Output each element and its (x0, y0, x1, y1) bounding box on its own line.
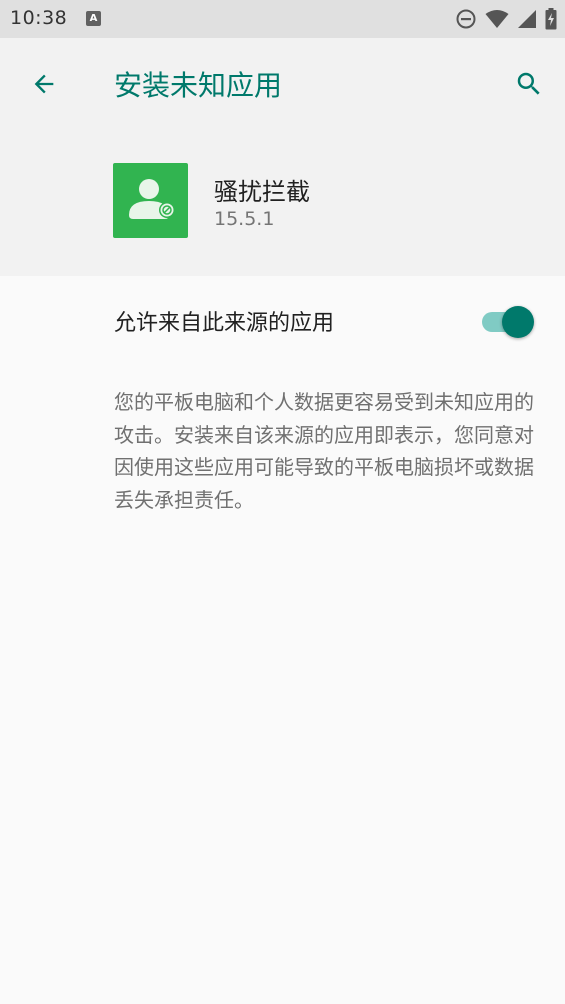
page-title: 安装未知应用 (114, 69, 283, 102)
header: 安装未知应用 骚扰拦截 15.5.1 (0, 38, 565, 276)
app-name: 骚扰拦截 (214, 178, 310, 206)
search-icon (517, 72, 540, 95)
status-time: 10:38 (10, 7, 68, 29)
allow-unknown-sources-label: 允许来自此来源的应用 (114, 311, 335, 336)
back-button[interactable] (22, 62, 66, 106)
do-not-disturb-icon (456, 9, 476, 29)
warning-text: 您的平板电脑和个人数据更容易受到未知应用的攻击。安装来自该来源的应用即表示，您同… (114, 390, 534, 512)
wifi-icon (485, 10, 509, 28)
app-version: 15.5.1 (214, 208, 275, 230)
allow-unknown-sources-toggle[interactable] (482, 302, 536, 338)
status-bar: 10:38 A (0, 0, 565, 38)
status-icons (455, 8, 557, 30)
user-block-icon (129, 179, 175, 219)
signal-icon (518, 10, 536, 28)
toggle-thumb (502, 306, 534, 338)
battery-charging-icon (545, 8, 557, 30)
notification-a-icon: A (86, 11, 101, 26)
app-icon (113, 163, 188, 238)
arrow-back-icon (34, 74, 54, 94)
search-button[interactable] (507, 62, 551, 106)
allow-unknown-sources-row[interactable]: 允许来自此来源的应用 (0, 276, 565, 362)
